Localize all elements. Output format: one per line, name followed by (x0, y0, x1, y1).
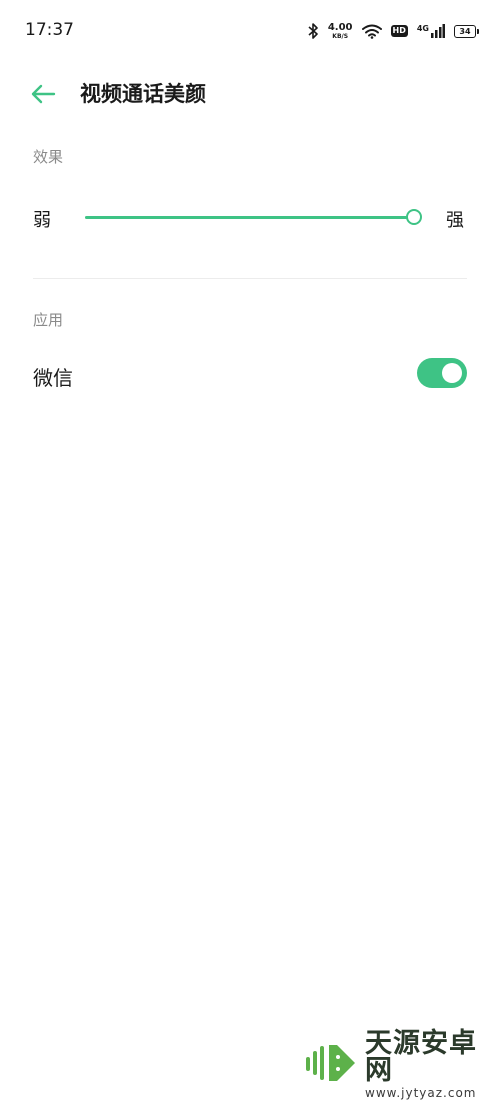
beauty-strength-slider[interactable] (85, 209, 422, 225)
network-speed-unit: KB/S (332, 32, 349, 40)
battery-icon: 34 (454, 24, 479, 38)
network-speed-value: 4.00 (327, 21, 353, 33)
watermark-logo: 天源安卓网 www.jytyaz.com (305, 1030, 500, 1099)
slider-thumb[interactable] (406, 209, 422, 225)
wifi-icon (361, 24, 382, 39)
watermark-text: 天源安卓网 www.jytyaz.com (365, 1030, 500, 1099)
section-divider (33, 278, 467, 279)
android-robot-logo-icon (305, 1041, 359, 1089)
bluetooth-icon (308, 23, 319, 39)
watermark-url: www.jytyaz.com (365, 1086, 477, 1100)
beauty-strength-slider-row: 弱 强 (0, 200, 500, 236)
effect-section-label: 效果 (33, 148, 64, 166)
toggle-knob (442, 363, 462, 383)
app-name-label: 微信 (33, 366, 73, 390)
status-icons: 4.00 KB/S HD 4G 34 (308, 20, 479, 42)
slider-min-label: 弱 (33, 210, 51, 231)
page-title: 视频通话美颜 (80, 82, 206, 106)
cellular-signal-icon: 4G (417, 24, 445, 38)
slider-max-label: 强 (446, 210, 464, 231)
status-time: 17:37 (25, 20, 74, 40)
signal-type-label: 4G (416, 24, 429, 33)
wechat-toggle[interactable] (417, 358, 467, 388)
slider-fill (85, 216, 414, 219)
status-bar: 17:37 4.00 KB/S HD 4G 34 (0, 0, 500, 60)
hd-badge: HD (390, 25, 408, 37)
back-arrow-icon (28, 84, 58, 112)
list-item-wechat[interactable]: 微信 (0, 352, 500, 396)
network-speed: 4.00 KB/S (327, 21, 353, 40)
apps-section-label: 应用 (33, 311, 64, 329)
back-button[interactable] (28, 80, 58, 108)
watermark-brand: 天源安卓网 (365, 1028, 477, 1086)
